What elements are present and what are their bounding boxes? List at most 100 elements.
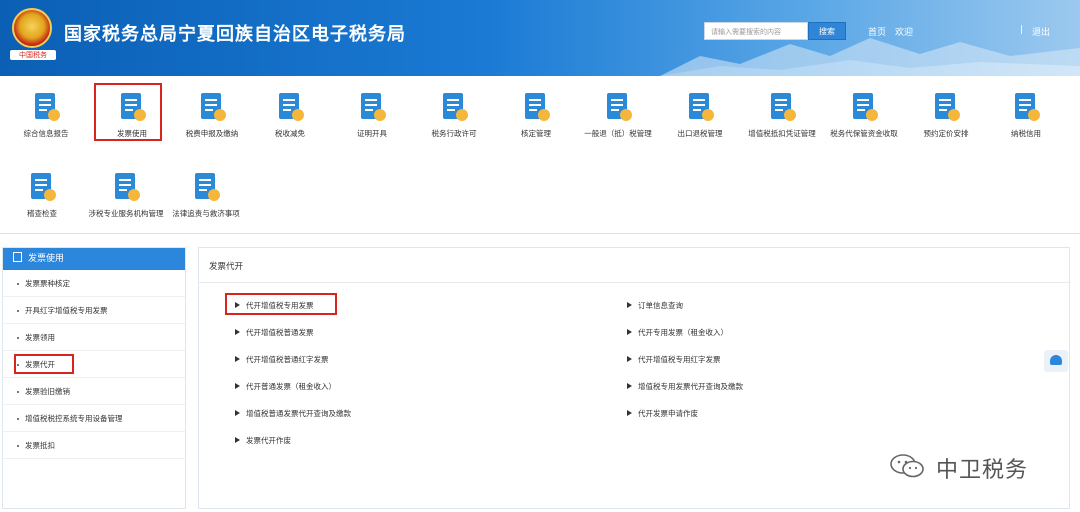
left_links-link-3[interactable]: 代开普通发票（租金收入） [235, 381, 336, 392]
menu-item-2[interactable]: 税费申报及缴纳 [170, 90, 254, 139]
menu-item-label: 核定管理 [521, 129, 551, 138]
sidebar-item-label: 发票抵扣 [25, 441, 55, 450]
menu-item-7[interactable]: 一般退（抵）税管理 [576, 90, 660, 139]
sidebar-item-5[interactable]: 增值税税控系统专用设备管理 [3, 405, 185, 432]
menu-item-4[interactable]: 证明开具 [330, 90, 414, 139]
menu-item-12[interactable]: 纳税信用 [984, 90, 1068, 139]
bullet-icon [17, 310, 19, 312]
left_links-link-1[interactable]: 代开增值税普通发票 [235, 327, 314, 338]
emblem-caption: 中国税务 [10, 50, 56, 60]
link-label: 代开普通发票（租金收入） [246, 382, 336, 391]
link-label: 发票代开作废 [246, 436, 291, 445]
certificate-icon [355, 90, 389, 124]
bullet-icon [17, 445, 19, 447]
customer-service-icon[interactable] [1044, 350, 1068, 372]
triangle-right-icon [627, 302, 632, 308]
triangle-right-icon [235, 356, 240, 362]
sidebar-title: 发票使用 [28, 254, 65, 264]
menu-item-label: 涉税专业服务机构管理 [88, 209, 164, 218]
wechat-logo-icon [890, 454, 924, 478]
right_links-link-4[interactable]: 代开发票申请作废 [627, 408, 698, 419]
assessment-icon [519, 90, 553, 124]
link-label: 增值税专用发票代开查询及缴款 [638, 382, 743, 391]
menu-item-15[interactable]: 法律追责与救济事项 [164, 170, 248, 219]
right_links-link-3[interactable]: 增值税专用发票代开查询及缴款 [627, 381, 743, 392]
triangle-right-icon [235, 383, 240, 389]
sidebar-item-6[interactable]: 发票抵扣 [3, 432, 185, 459]
legal-remedy-icon [189, 170, 223, 204]
menu-item-3[interactable]: 税收减免 [248, 90, 332, 139]
section-title: 发票代开 [209, 262, 244, 272]
sidebar-item-label: 开具红字增值税专用发票 [25, 306, 108, 315]
menu-item-13[interactable]: 稽查检查 [0, 170, 84, 219]
link-label: 代开增值税普通发票 [246, 328, 314, 337]
triangle-right-icon [235, 410, 240, 416]
pricing-arrangement-icon [929, 90, 963, 124]
sidebar-header: 发票使用 [3, 248, 185, 270]
tax-payment-icon [195, 90, 229, 124]
triangle-right-icon [235, 329, 240, 335]
menu-item-label: 税务行政许可 [431, 129, 477, 138]
menu-item-0[interactable]: 综合信息报告 [4, 90, 88, 139]
left_links-link-4[interactable]: 增值税普通发票代开查询及缴款 [235, 408, 351, 419]
link-highlight-box [225, 293, 337, 315]
left_links-link-2[interactable]: 代开增值税普通红字发票 [235, 354, 329, 365]
left_links-link-5[interactable]: 发票代开作废 [235, 435, 291, 446]
menu-item-label: 税收减免 [275, 129, 305, 138]
menu-item-5[interactable]: 税务行政许可 [412, 90, 496, 139]
menu-item-label: 预约定价安排 [923, 129, 969, 138]
menu-item-11[interactable]: 预约定价安排 [904, 90, 988, 139]
bullet-icon [17, 391, 19, 393]
logout-link[interactable]: 退出 [1032, 25, 1050, 38]
export-refund-icon [683, 90, 717, 124]
menu-item-9[interactable]: 增值税抵扣凭证管理 [740, 90, 824, 139]
watermark-text: 中卫税务 [936, 458, 1029, 483]
menu-item-label: 法律追责与救济事项 [172, 209, 240, 218]
admin-permit-icon [437, 90, 471, 124]
link-label: 订单信息查询 [638, 301, 683, 310]
bullet-icon [17, 337, 19, 339]
sidebar-item-2[interactable]: 发票领用 [3, 324, 185, 351]
tax-reduction-icon [273, 90, 307, 124]
vat-deduction-icon [765, 90, 799, 124]
invoice-menu-highlight [94, 83, 162, 141]
menu-item-label: 综合信息报告 [23, 129, 69, 138]
right_links-link-0[interactable]: 订单信息查询 [627, 300, 683, 311]
sidebar-item-4[interactable]: 发票验旧缴销 [3, 378, 185, 405]
menu-item-6[interactable]: 核定管理 [494, 90, 578, 139]
menu-item-label: 出口退税管理 [677, 129, 723, 138]
credit-icon [1009, 90, 1043, 124]
triangle-right-icon [627, 410, 632, 416]
inspection-icon [25, 170, 59, 204]
link-label: 代开发票申请作废 [638, 409, 698, 418]
menu-item-label: 稽查检查 [27, 209, 57, 218]
menu-item-label: 纳税信用 [1011, 129, 1041, 138]
sidebar-item-label: 发票票种核定 [25, 279, 70, 288]
search-button[interactable]: 搜索 [808, 22, 846, 40]
document-report-icon [29, 90, 63, 124]
sidebar-item-label: 发票验旧缴销 [25, 387, 70, 396]
home-link[interactable]: 首页 [868, 25, 886, 38]
menu-item-label: 增值税抵扣凭证管理 [748, 129, 816, 138]
bullet-icon [17, 418, 19, 420]
document-icon [13, 252, 22, 262]
bullet-icon [17, 283, 19, 285]
link-label: 代开专用发票（租金收入） [638, 328, 728, 337]
custody-fund-icon [847, 90, 881, 124]
search-input[interactable]: 请输入需要搜索的内容 [704, 22, 808, 40]
right_links-link-1[interactable]: 代开专用发票（租金收入） [627, 327, 728, 338]
right_links-link-2[interactable]: 代开增值税专用红字发票 [627, 354, 721, 365]
sidebar-item-0[interactable]: 发票票种核定 [3, 270, 185, 297]
refund-icon [601, 90, 635, 124]
triangle-right-icon [627, 329, 632, 335]
menu-item-10[interactable]: 税务代保管资金收取 [822, 90, 906, 139]
menu-item-14[interactable]: 涉税专业服务机构管理 [84, 170, 168, 219]
link-label: 代开增值税普通红字发票 [246, 355, 329, 364]
sidebar-item-1[interactable]: 开具红字增值税专用发票 [3, 297, 185, 324]
link-label: 代开增值税专用红字发票 [638, 355, 721, 364]
header-separator: | [1020, 25, 1024, 35]
triangle-right-icon [235, 437, 240, 443]
menu-item-label: 一般退（抵）税管理 [584, 129, 652, 138]
menu-item-8[interactable]: 出口退税管理 [658, 90, 742, 139]
link-label: 增值税普通发票代开查询及缴款 [246, 409, 351, 418]
